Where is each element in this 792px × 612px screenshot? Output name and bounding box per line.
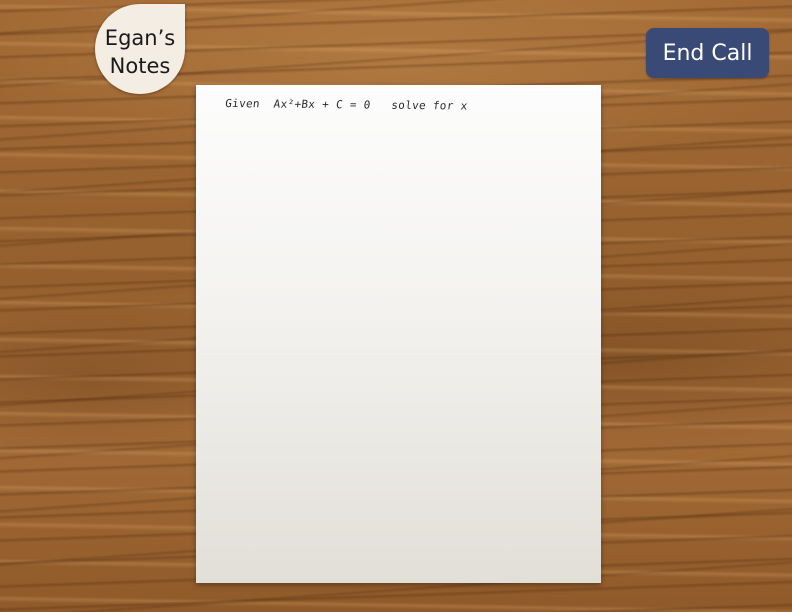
end-call-button[interactable]: End Call [646,28,769,78]
notes-badge: Egan’s Notes [95,4,185,94]
handwritten-problem: Given Ax²+Bx + C = 0 solve for x [224,97,469,113]
notes-paper[interactable]: Given Ax²+Bx + C = 0 solve for x [196,85,601,583]
notes-title: Egan’s Notes [104,26,176,78]
